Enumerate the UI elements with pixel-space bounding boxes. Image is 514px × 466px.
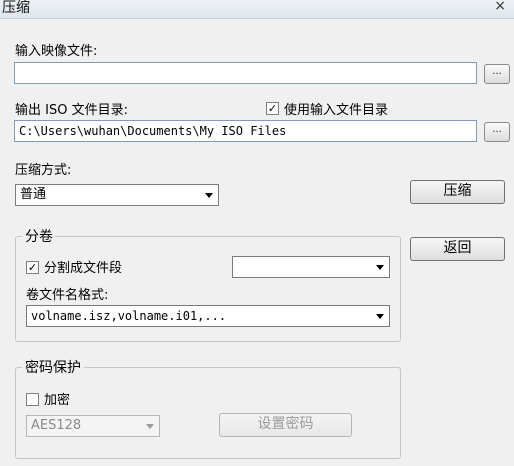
volume-name-format-label: 卷文件名格式: [26,288,109,303]
split-checkbox[interactable]: ✓ [26,261,39,274]
input-image-browse-button[interactable]: ... [484,64,510,84]
volume-name-format-select[interactable]: volname.isz,volname.i01,... [26,305,390,327]
volume-name-format-value: volname.isz,volname.i01,... [31,309,227,323]
input-image-field[interactable] [14,62,477,84]
compression-method-label: 压缩方式: [15,163,72,178]
output-dir-browse-button[interactable]: ... [484,122,510,142]
encryption-algorithm-select[interactable]: AES128 [26,415,160,437]
split-size-select[interactable] [232,256,390,278]
compression-method-value: 普通 [20,187,47,202]
back-button[interactable]: 返回 [410,237,505,261]
check-icon: ✓ [267,102,278,115]
chevron-down-icon [376,265,384,270]
output-dir-label: 输出 ISO 文件目录: [15,103,128,118]
encrypt-checkbox[interactable] [26,393,39,406]
compress-button[interactable]: 压缩 [410,180,505,204]
set-password-button[interactable]: 设置密码 [219,413,352,437]
use-input-dir-checkbox[interactable]: ✓ [266,102,279,115]
use-input-dir-label: 使用输入文件目录 [284,103,389,118]
encrypt-label: 加密 [44,393,71,408]
check-icon: ✓ [27,261,38,274]
output-dir-field[interactable]: C:\Users\wuhan\Documents\My ISO Files [14,120,477,142]
compression-method-select[interactable]: 普通 [15,184,219,206]
close-icon[interactable]: × [494,0,506,14]
input-image-label: 输入映像文件: [15,44,98,59]
password-group-title: 密码保护 [22,357,84,377]
chevron-down-icon [376,314,384,319]
split-label: 分割成文件段 [44,261,123,276]
window-title: 压缩 [2,0,30,16]
chevron-down-icon [205,193,213,198]
encryption-algorithm-value: AES128 [31,418,82,433]
split-group-title: 分卷 [22,226,56,246]
chevron-down-icon [146,424,154,429]
title-bar: 压缩 × [0,0,514,19]
